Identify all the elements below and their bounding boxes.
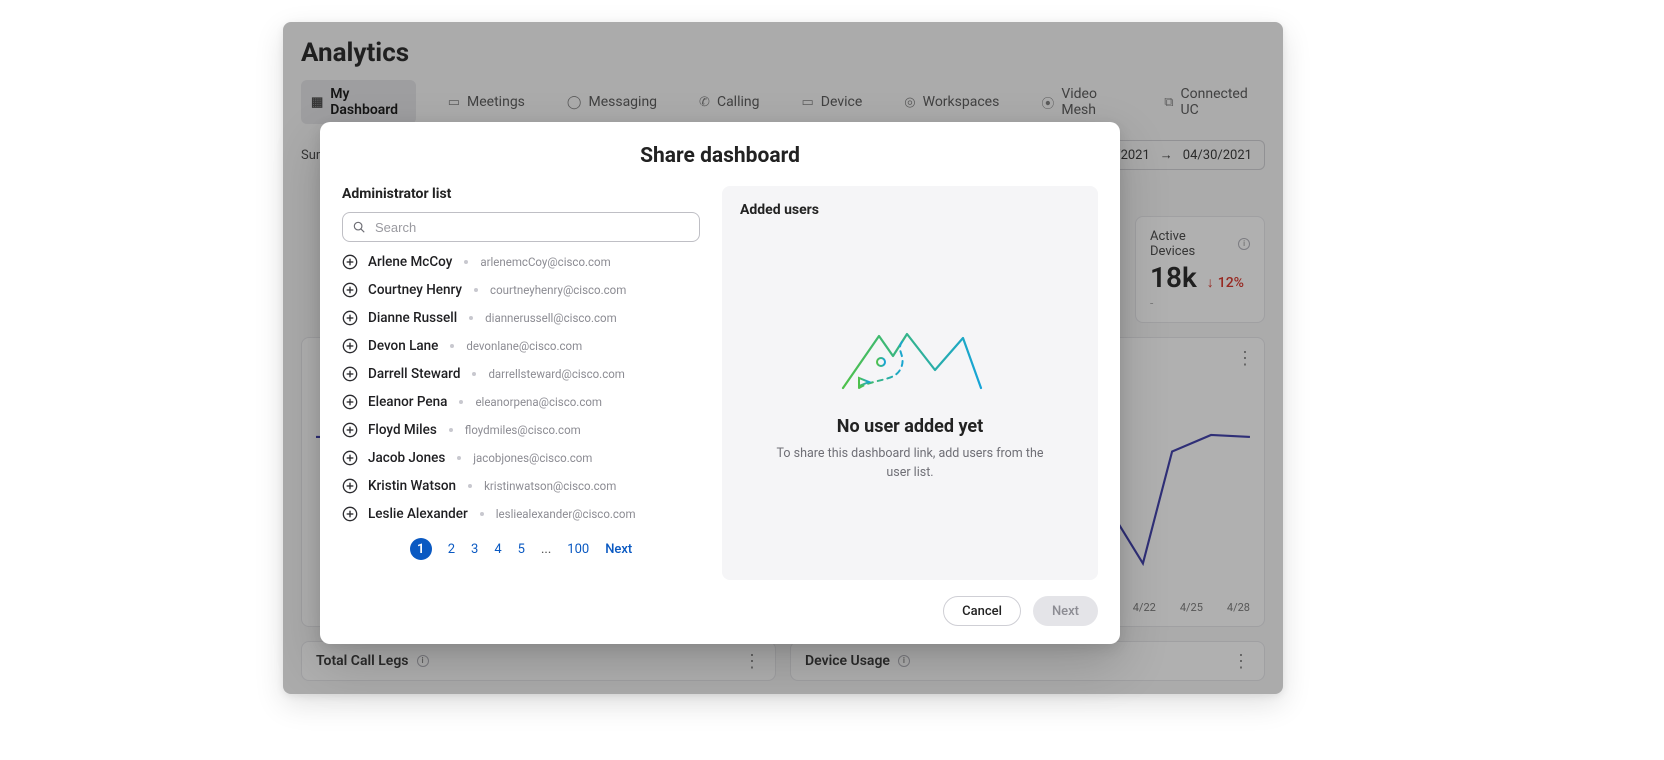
admin-name: Floyd Miles [368, 422, 437, 438]
empty-title: No user added yet [837, 416, 983, 437]
admin-name: Leslie Alexander [368, 506, 468, 522]
admin-row[interactable]: Arlene McCoy arlenemcCoy@cisco.com [342, 254, 700, 270]
admin-email: darrellsteward@cisco.com [488, 367, 624, 381]
dot-separator-icon [480, 512, 484, 516]
search-icon [352, 220, 366, 234]
admin-email: eleanorpena@cisco.com [475, 395, 602, 409]
admin-email: arlenemcCoy@cisco.com [480, 255, 610, 269]
page-5[interactable]: 5 [518, 542, 525, 557]
page-100[interactable]: 100 [567, 542, 589, 557]
admin-row[interactable]: Kristin Watson kristinwatson@cisco.com [342, 478, 700, 494]
add-circle-icon[interactable] [342, 254, 358, 270]
admin-email: lesliealexander@cisco.com [496, 507, 636, 521]
added-users-panel: Added users [722, 186, 1098, 580]
cancel-button[interactable]: Cancel [943, 596, 1021, 626]
admin-list-title: Administrator list [342, 186, 700, 202]
admin-row[interactable]: Leslie Alexander lesliealexander@cisco.co… [342, 506, 700, 522]
admin-email: floydmiles@cisco.com [465, 423, 581, 437]
admin-email: jacobjones@cisco.com [473, 451, 592, 465]
admin-name: Darrell Steward [368, 366, 460, 382]
admin-name: Devon Lane [368, 338, 438, 354]
dot-separator-icon [468, 484, 472, 488]
empty-subtitle: To share this dashboard link, add users … [770, 445, 1050, 481]
dot-separator-icon [464, 260, 468, 264]
admin-email: devonlane@cisco.com [466, 339, 582, 353]
add-circle-icon[interactable] [342, 366, 358, 382]
page-2[interactable]: 2 [448, 542, 455, 557]
dot-separator-icon [457, 456, 461, 460]
admin-row[interactable]: Darrell Steward darrellsteward@cisco.com [342, 366, 700, 382]
admin-row[interactable]: Devon Lane devonlane@cisco.com [342, 338, 700, 354]
admin-row[interactable]: Courtney Henry courtneyhenry@cisco.com [342, 282, 700, 298]
share-dashboard-modal: Share dashboard Administrator list Arlen… [320, 122, 1120, 644]
admin-name: Dianne Russell [368, 310, 457, 326]
admin-row[interactable]: Dianne Russell diannerussell@cisco.com [342, 310, 700, 326]
added-users-title: Added users [740, 202, 1080, 218]
pagination: 1 2 3 4 5... 100 Next [342, 538, 700, 560]
admin-email: diannerussell@cisco.com [485, 311, 617, 325]
dot-separator-icon [472, 372, 476, 376]
add-circle-icon[interactable] [342, 450, 358, 466]
admin-row[interactable]: Jacob Jones jacobjones@cisco.com [342, 450, 700, 466]
admin-name: Kristin Watson [368, 478, 456, 494]
search-input[interactable] [342, 212, 700, 242]
next-button[interactable]: Next [1033, 596, 1098, 626]
add-circle-icon[interactable] [342, 338, 358, 354]
page-4[interactable]: 4 [494, 542, 501, 557]
add-circle-icon[interactable] [342, 282, 358, 298]
page-ellipsis: ... [541, 542, 551, 557]
add-circle-icon[interactable] [342, 394, 358, 410]
admin-name: Jacob Jones [368, 450, 445, 466]
dot-separator-icon [449, 428, 453, 432]
admin-email: courtneyhenry@cisco.com [490, 283, 626, 297]
dot-separator-icon [469, 316, 473, 320]
page-next[interactable]: Next [605, 542, 632, 557]
page-3[interactable]: 3 [471, 542, 478, 557]
add-circle-icon[interactable] [342, 422, 358, 438]
admin-name: Courtney Henry [368, 282, 462, 298]
modal-title: Share dashboard [342, 144, 1098, 168]
add-circle-icon[interactable] [342, 506, 358, 522]
admin-list: Arlene McCoy arlenemcCoy@cisco.com Courtne… [342, 254, 700, 522]
admin-name: Eleanor Pena [368, 394, 447, 410]
admin-name: Arlene McCoy [368, 254, 452, 270]
page-1[interactable]: 1 [410, 538, 432, 560]
admin-row[interactable]: Eleanor Pena eleanorpena@cisco.com [342, 394, 700, 410]
dot-separator-icon [450, 344, 454, 348]
dot-separator-icon [459, 400, 463, 404]
dot-separator-icon [474, 288, 478, 292]
add-circle-icon[interactable] [342, 310, 358, 326]
empty-illustration-icon [835, 308, 985, 398]
add-circle-icon[interactable] [342, 478, 358, 494]
admin-row[interactable]: Floyd Miles floydmiles@cisco.com [342, 422, 700, 438]
admin-email: kristinwatson@cisco.com [484, 479, 616, 493]
